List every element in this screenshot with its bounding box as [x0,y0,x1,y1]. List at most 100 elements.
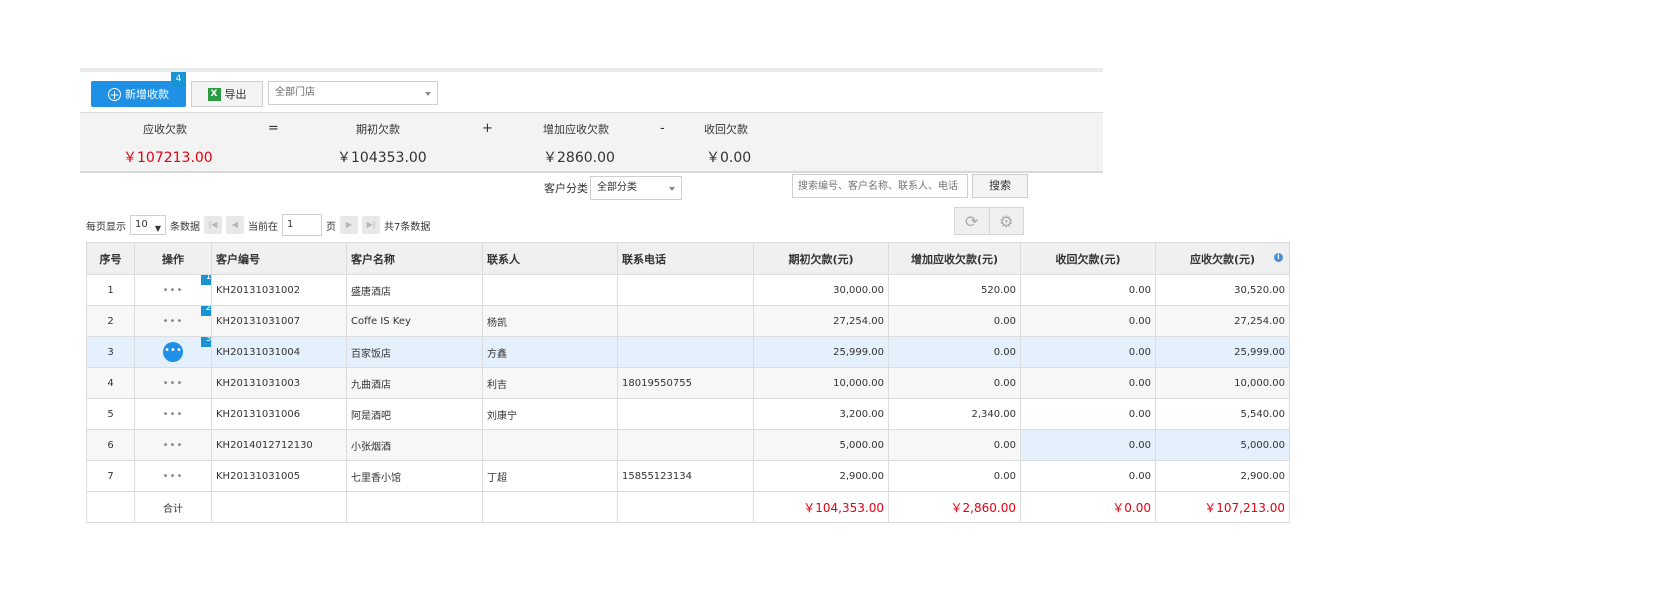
cell-receivable: 5,000.00 [1155,429,1290,461]
chevron-down-icon [669,187,675,191]
cell-action: ••• 1 [134,274,212,306]
cell-empty [482,491,618,523]
search-button[interactable]: 搜索 [972,174,1028,198]
header-added[interactable]: 增加应收欠款(元) [888,242,1021,275]
recovered-label: 收回欠款 [704,123,748,136]
total-added: ￥2,860.00 [888,491,1021,523]
category-select[interactable]: 全部分类 [590,176,682,200]
cell-receivable: 2,900.00 [1155,460,1290,492]
cell-phone: 18019550755 [617,367,754,399]
cell-recovered: 0.00 [1020,305,1156,337]
next-page-icon[interactable]: ▶ [340,216,358,234]
refresh-icon[interactable]: ⟳ [955,208,989,234]
last-page-icon[interactable]: ▶| [362,216,380,234]
table-row[interactable]: 4 ••• KH20131031003 九曲酒店 利吉 18019550755 … [86,367,1290,399]
cell-no: 2 [86,305,135,337]
more-icon[interactable]: ••• [163,285,184,296]
more-icon[interactable]: ••• [163,378,184,389]
equals-sign: = [268,121,279,136]
plus-sign: + [482,121,493,136]
total-records-label: 共7条数据 [384,221,431,233]
table-total-row: 合计 ￥104,353.00 ￥2,860.00 ￥0.00 ￥107,213.… [86,491,1290,523]
pager: 每页显示 10 ▼ 条数据 |◀ ◀ 当前在 1 页 ▶ ▶| 共7条数据 [86,213,430,237]
header-recovered[interactable]: 收回欠款(元) [1020,242,1156,275]
store-select[interactable]: 全部门店 [268,81,438,105]
table-row[interactable]: 1 ••• 1 KH20131031002 盛唐酒店 30,000.00 520… [86,274,1290,306]
plus-circle-icon: + [108,87,121,102]
header-code[interactable]: 客户编号 [211,242,347,275]
step-badge-4: 4 [171,72,186,87]
cell-added: 520.00 [888,274,1021,306]
cell-recovered: 0.00 [1020,336,1156,368]
cell-phone [617,305,754,337]
cell-added: 2,340.00 [888,398,1021,430]
opening-value: ￥104353.00 [337,150,427,166]
search-input[interactable] [792,174,968,198]
category-select-value: 全部分类 [597,182,637,193]
prev-page-icon[interactable]: ◀ [226,216,244,234]
first-page-icon[interactable]: |◀ [204,216,222,234]
table-row[interactable]: 2 ••• 2 KH20131031007 Coffe IS Key 杨凯 27… [86,305,1290,337]
table-row[interactable]: 3 ••• 3 KH20131031004 百家饭店 方鑫 25,999.00 … [86,336,1290,368]
cell-name: 七里香小馆 [346,460,483,492]
added-label: 增加应收欠款 [543,123,609,136]
cell-recovered: 0.00 [1020,429,1156,461]
more-icon[interactable]: ••• [163,440,184,451]
step-badge-1: 1 [201,275,211,285]
cell-opening: 27,254.00 [753,305,889,337]
cell-phone [617,429,754,461]
table-row[interactable]: 5 ••• KH20131031006 阿是酒吧 刘康宁 3,200.00 2,… [86,398,1290,430]
table-tools: ⟳ ⚙ [954,207,1024,235]
cell-contact: 刘康宁 [482,398,618,430]
header-opening[interactable]: 期初欠款(元) [753,242,889,275]
added-value: ￥2860.00 [543,150,615,166]
header-receivable-label: 应收欠款(元) [1189,252,1256,266]
cell-added: 0.00 [888,367,1021,399]
step-badge-2: 2 [201,306,211,316]
cell-code: KH20131031005 [211,460,347,492]
cell-added: 0.00 [888,305,1021,337]
cell-no: 5 [86,398,135,430]
new-receipt-label: 新增收款 [125,88,169,101]
receivables-page: + 新增收款 4 X 导出 全部门店 应收欠款 ￥107213.00 = 期初欠… [80,68,1290,590]
cell-opening: 5,000.00 [753,429,889,461]
receivable-label: 应收欠款 [143,123,187,136]
page-number-input[interactable]: 1 [282,214,322,236]
export-button[interactable]: X 导出 [191,81,263,107]
cell-contact: 方鑫 [482,336,618,368]
cell-name: 百家饭店 [346,336,483,368]
cell-code: KH2014012712130 [211,429,347,461]
category-label: 客户分类 [544,182,588,195]
cell-no: 1 [86,274,135,306]
minus-sign: - [660,121,665,136]
receivable-value: ￥107213.00 [123,150,213,166]
cell-contact: 丁超 [482,460,618,492]
table-row[interactable]: 6 ••• KH2014012712130 小张烟酒 5,000.00 0.00… [86,429,1290,461]
gear-icon[interactable]: ⚙ [988,208,1024,234]
cell-code: KH20131031003 [211,367,347,399]
cell-recovered: 0.00 [1020,460,1156,492]
more-icon[interactable]: ••• [163,316,184,327]
cell-receivable: 10,000.00 [1155,367,1290,399]
cell-code: KH20131031006 [211,398,347,430]
more-icon[interactable]: ••• [163,409,184,420]
total-label: 合计 [134,491,212,523]
more-icon[interactable]: ••• [163,471,184,482]
excel-icon: X [207,87,221,101]
cell-code: KH20131031002 [211,274,347,306]
cell-receivable: 5,540.00 [1155,398,1290,430]
header-receivable[interactable]: 应收欠款(元) i [1155,242,1290,275]
cell-added: 0.00 [888,336,1021,368]
per-page-select[interactable]: 10 ▼ [130,215,166,235]
cell-phone [617,336,754,368]
info-icon[interactable]: i [1274,253,1283,262]
more-icon[interactable]: ••• [163,342,183,362]
cell-no: 6 [86,429,135,461]
cell-no: 4 [86,367,135,399]
cell-recovered: 0.00 [1020,274,1156,306]
per-page-value: 10 [135,219,148,230]
records-label: 条数据 [170,221,200,233]
header-name[interactable]: 客户名称 [346,242,483,275]
table-row[interactable]: 7 ••• KH20131031005 七里香小馆 丁超 15855123134… [86,460,1290,492]
summary-bar: 应收欠款 ￥107213.00 = 期初欠款 ￥104353.00 + 增加应收… [80,113,1103,173]
